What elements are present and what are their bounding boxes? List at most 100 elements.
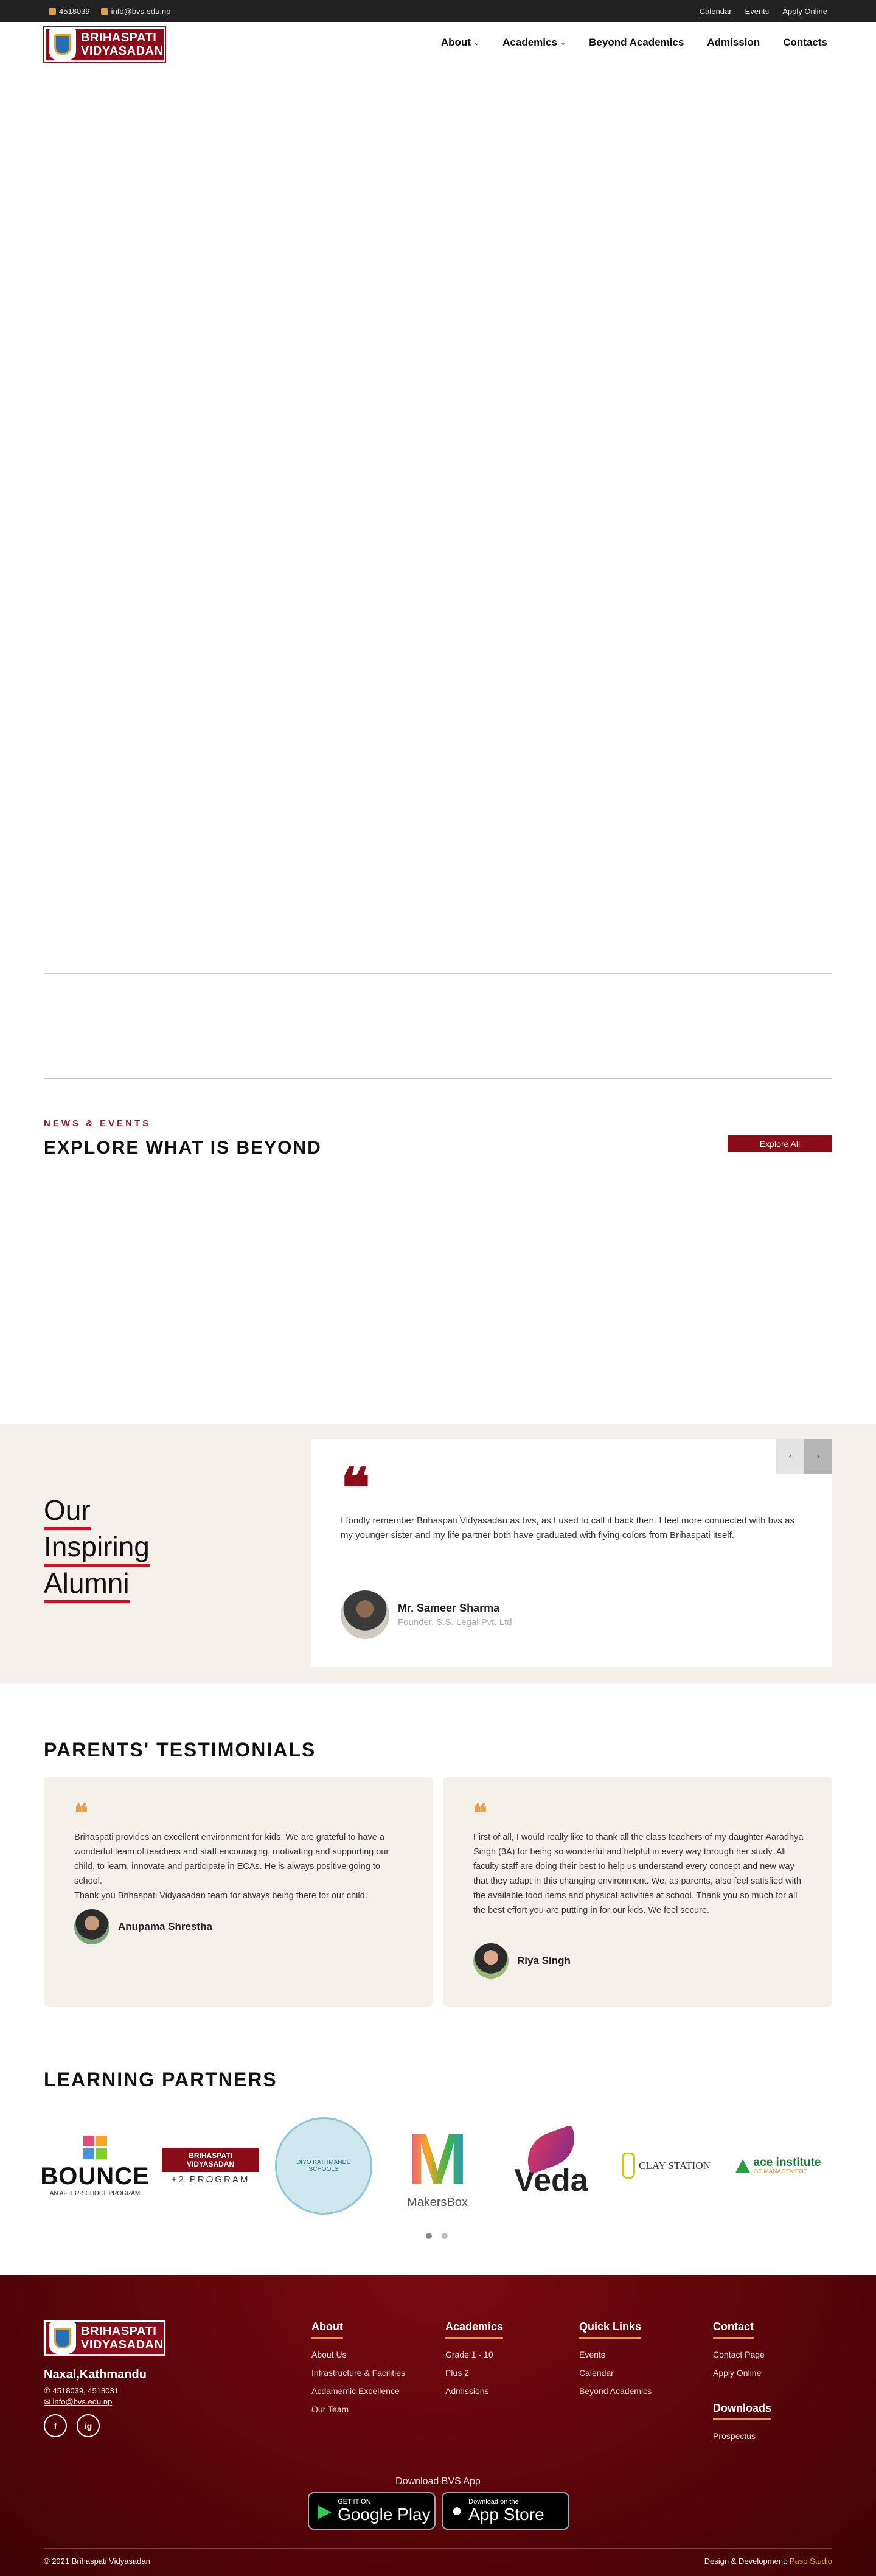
footer-email[interactable]: ✉ info@bvs.edu.np [44, 2397, 112, 2407]
app-store-button[interactable]: ● Download on the App Store [442, 2492, 569, 2530]
explore-all-button[interactable]: Explore All [728, 1135, 832, 1152]
carousel-dot[interactable] [442, 2233, 448, 2239]
design-by-link[interactable]: Paso Studio [790, 2557, 832, 2566]
alumni-title: Our Inspiring Alumni [44, 1492, 150, 1603]
partner-sub: AN AFTER-SCHOOL PROGRAM [49, 2190, 141, 2197]
nav-label: Admission [707, 37, 760, 48]
footer-link[interactable]: About Us [311, 2350, 405, 2359]
partner-sub: +2 PROGRAM [171, 2174, 250, 2185]
site-header: BRIHASPATI VIDYASADAN About ⌄ Academics … [0, 22, 876, 67]
carousel-next-button[interactable]: › [804, 1439, 832, 1474]
copyright: © 2021 Brihaspati Vidyasadan [44, 2557, 150, 2566]
footer-link[interactable]: Grade 1 - 10 [445, 2350, 503, 2359]
nav-label: About [440, 37, 471, 48]
divider [44, 1078, 832, 1079]
social-links: f ig [44, 2414, 100, 2437]
nav-item-about[interactable]: About ⌄ [441, 37, 479, 49]
footer-phone[interactable]: ✆ 4518039, 4518031 [44, 2386, 119, 2396]
topbar-link-calendar[interactable]: Calendar [700, 7, 732, 16]
store-big: Google Play [338, 2505, 431, 2524]
nav-item-academics[interactable]: Academics ⌄ [502, 37, 566, 49]
footer-link[interactable]: Plus 2 [445, 2368, 503, 2378]
nav-item-contacts[interactable]: Contacts [783, 37, 827, 49]
footer-link[interactable]: Infrastructure & Facilities [311, 2368, 405, 2378]
partner-logo-makersbox[interactable]: M MakersBox [393, 2116, 482, 2216]
partner-name: CLAY STATION [639, 2160, 711, 2171]
crest-icon [49, 29, 76, 60]
email-link[interactable]: info@bvs.edu.np [111, 7, 171, 16]
topbar-link-apply-online[interactable]: Apply Online [782, 7, 827, 16]
alumni-section: Our Inspiring Alumni ❝ I fondly remember… [0, 1424, 876, 1683]
bounce-mark-icon [40, 2135, 149, 2159]
play-icon: ▶ [318, 2501, 332, 2521]
footer-col-title: Downloads [713, 2402, 772, 2420]
partner-logo-veda[interactable]: Veda [502, 2116, 600, 2216]
google-play-button[interactable]: ▶ GET IT ON Google Play [308, 2492, 436, 2530]
phone-icon [49, 8, 56, 15]
footer-logo[interactable]: BRIHASPATI VIDYASADAN [43, 2320, 166, 2356]
footer-col-about: About About Us Infrastructure & Faciliti… [311, 2320, 405, 2423]
instagram-icon[interactable]: ig [77, 2414, 100, 2437]
app-store-badges: ▶ GET IT ON Google Play ● Download on th… [308, 2492, 569, 2530]
top-bar: 4518039 info@bvs.edu.np Calendar Events … [0, 0, 876, 22]
footer-email-text: info@bvs.edu.np [52, 2397, 113, 2406]
testimonial-person: Anupama Shrestha [74, 1909, 212, 1944]
testimonial-name: Anupama Shrestha [118, 1921, 212, 1932]
footer-link[interactable]: Beyond Academics [579, 2386, 652, 2396]
alumni-title-line: Our [44, 1494, 91, 1530]
nav-label: Contacts [783, 37, 827, 48]
phone-icon: ✆ [44, 2386, 53, 2395]
carousel-dots [426, 2233, 448, 2239]
partner-logo-clay-station[interactable]: CLAY STATION [616, 2116, 717, 2216]
footer-link[interactable]: Acdamemic Excellence [311, 2386, 405, 2396]
apple-icon: ● [451, 2501, 463, 2521]
phone-contact[interactable]: 4518039 [49, 7, 90, 16]
site-logo[interactable]: BRIHASPATI VIDYASADAN [43, 26, 166, 63]
crest-icon [49, 2322, 76, 2354]
email-contact[interactable]: info@bvs.edu.np [100, 7, 171, 16]
design-credit: Design & Development: Paso Studio [704, 2557, 832, 2566]
footer-link[interactable]: Our Team [311, 2404, 405, 2414]
footer-link[interactable]: Calendar [579, 2368, 652, 2378]
footer-col-title: Quick Links [579, 2320, 642, 2339]
footer-link[interactable]: Admissions [445, 2386, 503, 2396]
alumni-name: Mr. Sameer Sharma [398, 1602, 500, 1614]
carousel-prev-button[interactable]: ‹ [776, 1439, 804, 1474]
chevron-down-icon: ⌄ [473, 39, 480, 47]
partner-logo-bounce[interactable]: BOUNCE AN AFTER-SCHOOL PROGRAM [40, 2116, 149, 2216]
avatar [341, 1590, 389, 1639]
topbar-link-events[interactable]: Events [745, 7, 770, 16]
footer-col-downloads: Downloads Prospectus [713, 2402, 772, 2449]
avatar [473, 1943, 509, 1979]
parent-testimonial-card: ❝ Brihaspati provides an excellent envir… [44, 1777, 433, 2007]
logo-line1: BRIHASPATI [81, 31, 157, 44]
footer-link[interactable]: Events [579, 2350, 652, 2359]
partner-logo-ace[interactable]: ace institute OF MANAGEMENT [725, 2116, 831, 2216]
footer-col-quick-links: Quick Links Events Calendar Beyond Acade… [579, 2320, 652, 2404]
phone-link[interactable]: 4518039 [59, 7, 90, 16]
parent-testimonial-card: ❝ First of all, I would really like to t… [443, 1777, 832, 2007]
partner-name: DIYO KATHMANDU SCHOOLS [275, 2117, 372, 2215]
partner-logo-diyo[interactable]: DIYO KATHMANDU SCHOOLS [274, 2116, 374, 2216]
carousel-dot[interactable] [426, 2233, 432, 2239]
nav-label: Academics [502, 37, 557, 48]
footer-phone-text: 4518039, 4518031 [52, 2386, 119, 2395]
alumni-person: Mr. Sameer Sharma Founder, S.S. Legal Pv… [341, 1590, 512, 1639]
news-title: EXPLORE WHAT IS BEYOND [44, 1138, 322, 1158]
partner-logo-plus2[interactable]: BRIHASPATI VIDYASADAN +2 PROGRAM [162, 2116, 259, 2216]
footer-link[interactable]: Apply Online [713, 2368, 765, 2378]
footer-link[interactable]: Contact Page [713, 2350, 765, 2359]
store-big: App Store [468, 2505, 544, 2524]
nav-item-beyond-academics[interactable]: Beyond Academics [589, 37, 684, 49]
parents-title: PARENTS' TESTIMONIALS [44, 1739, 316, 1761]
partner-name: ace institute [753, 2156, 821, 2169]
nav-item-admission[interactable]: Admission [707, 37, 760, 49]
alumni-quote: I fondly remember Brihaspati Vidyasadan … [341, 1516, 794, 1540]
pot-icon [622, 2153, 636, 2179]
alumni-title-line: Alumni [44, 1567, 130, 1603]
partner-sub: OF MANAGEMENT [753, 2168, 807, 2175]
facebook-icon[interactable]: f [44, 2414, 67, 2437]
testimonial-text: Brihaspati provides an excellent environ… [74, 1833, 389, 1901]
footer-link[interactable]: Prospectus [713, 2431, 771, 2441]
quote-icon: ❝ [341, 1456, 370, 1520]
